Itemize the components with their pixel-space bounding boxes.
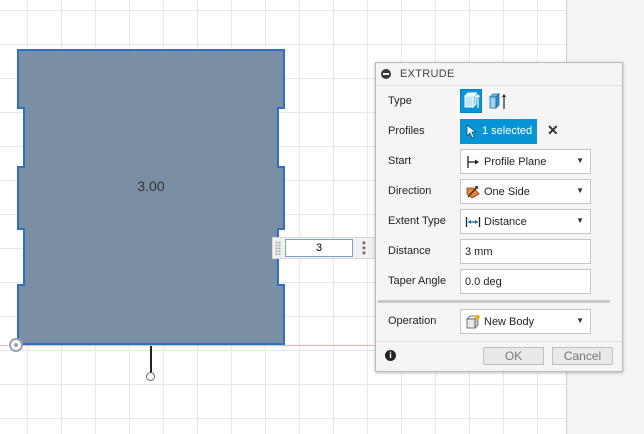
- body-profile[interactable]: [17, 49, 285, 345]
- chevron-down-icon: ▼: [576, 186, 584, 195]
- drag-handle-icon[interactable]: [275, 241, 281, 255]
- origin-icon[interactable]: [9, 338, 23, 352]
- row-taper-angle: Taper Angle: [376, 267, 622, 297]
- distance-icon: [465, 217, 481, 227]
- direction-dropdown[interactable]: One Side ▼: [460, 179, 591, 204]
- info-icon[interactable]: i: [385, 350, 396, 361]
- row-type: Type: [376, 87, 622, 117]
- extent-type-dropdown[interactable]: Distance ▼: [460, 209, 591, 234]
- row-operation: Operation New Body ▼: [376, 307, 622, 337]
- cancel-button[interactable]: Cancel: [552, 347, 613, 365]
- profiles-label: Profiles: [388, 125, 425, 137]
- more-options-icon[interactable]: • • •: [361, 237, 367, 259]
- operation-value: New Body: [484, 316, 535, 328]
- heads-up-display: •••: [272, 237, 376, 259]
- type-label: Type: [388, 95, 412, 107]
- row-profiles: Profiles 1 selected ✕: [376, 117, 622, 147]
- taper-angle-input[interactable]: [460, 269, 591, 294]
- row-distance: Distance: [376, 237, 622, 267]
- dimension-label: 3.00: [137, 178, 165, 194]
- start-dropdown[interactable]: Profile Plane ▼: [460, 149, 591, 174]
- profile-plane-icon: [467, 156, 479, 168]
- section-divider: [378, 300, 610, 303]
- clear-icon[interactable]: ✕: [547, 122, 559, 139]
- row-direction: Direction One Side ▼: [376, 177, 622, 207]
- footer-separator: [376, 341, 622, 342]
- surface-extrude-icon: [489, 93, 506, 109]
- chevron-down-icon: ▼: [576, 216, 584, 225]
- taper-angle-label: Taper Angle: [388, 275, 447, 287]
- distance-label: Distance: [388, 245, 431, 257]
- solid-extrude-button[interactable]: [460, 89, 482, 113]
- one-side-icon: [466, 186, 480, 199]
- collapse-icon[interactable]: [381, 69, 391, 79]
- extrude-manipulator-handle[interactable]: [146, 372, 155, 381]
- solid-extrude-icon: [463, 91, 480, 109]
- operation-dropdown[interactable]: New Body ▼: [460, 309, 591, 334]
- operation-label: Operation: [388, 315, 437, 327]
- hud-distance-input[interactable]: [285, 239, 353, 257]
- select-arrow-icon: [466, 124, 478, 139]
- direction-label: Direction: [388, 185, 432, 197]
- row-extent-type: Extent Type Distance ▼: [376, 207, 622, 237]
- extent-type-label: Extent Type: [388, 215, 446, 227]
- dialog-title: EXTRUDE: [400, 68, 455, 80]
- profiles-value: 1 selected: [482, 125, 533, 137]
- distance-input[interactable]: [460, 239, 591, 264]
- start-label: Start: [388, 155, 412, 167]
- profiles-selection-button[interactable]: 1 selected: [460, 119, 537, 144]
- new-body-icon: [466, 314, 480, 329]
- extent-type-value: Distance: [484, 216, 527, 228]
- surface-extrude-button[interactable]: [487, 89, 509, 113]
- ok-button[interactable]: OK: [483, 347, 544, 365]
- direction-value: One Side: [484, 186, 530, 198]
- chevron-down-icon: ▼: [576, 316, 584, 325]
- dialog-header: EXTRUDE: [376, 63, 622, 86]
- chevron-down-icon: ▼: [576, 156, 584, 165]
- extrude-dialog: EXTRUDE Type Profiles 1 selected ✕ Start…: [375, 62, 623, 372]
- row-start: Start Profile Plane ▼: [376, 147, 622, 177]
- start-value: Profile Plane: [484, 156, 547, 168]
